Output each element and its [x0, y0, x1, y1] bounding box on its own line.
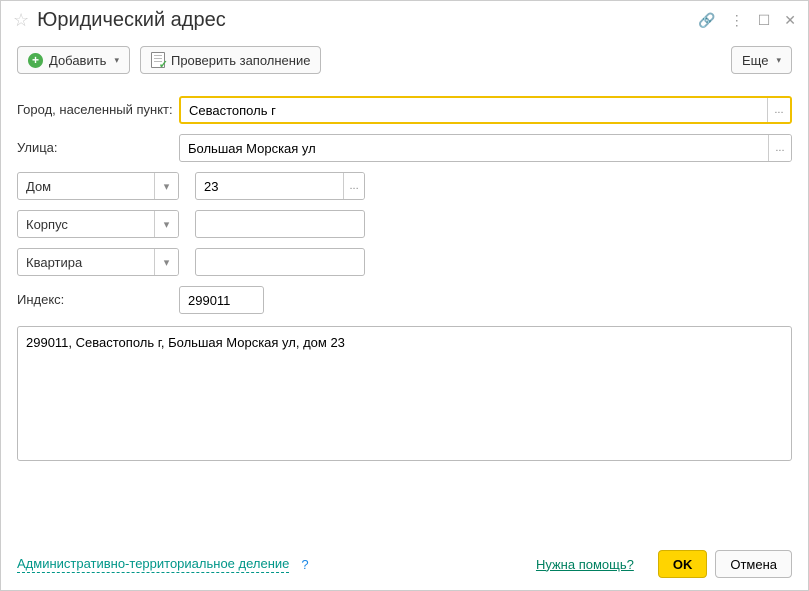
verify-button-label: Проверить заполнение: [171, 53, 310, 68]
window-title: Юридический адрес: [37, 9, 690, 32]
city-input-wrapper: [179, 96, 792, 124]
flat-type-value: Квартира: [18, 249, 154, 275]
toolbar: + Добавить Проверить заполнение Еще: [1, 38, 808, 82]
row-korpus: Корпус: [17, 210, 792, 238]
full-address-textarea[interactable]: [17, 326, 792, 461]
title-actions: 🔗 ⋮ ☐ ✕: [698, 12, 796, 29]
footer: Административно-территориальное деление …: [1, 538, 808, 590]
korpus-input-wrapper: [195, 210, 365, 238]
maximize-icon[interactable]: ☐: [758, 12, 771, 29]
dialog-window: ☆ Юридический адрес 🔗 ⋮ ☐ ✕ + Добавить П…: [0, 0, 809, 591]
link-icon[interactable]: 🔗: [698, 12, 715, 29]
index-input[interactable]: [180, 287, 263, 313]
more-button[interactable]: Еще: [731, 46, 792, 74]
favorite-star-icon[interactable]: ☆: [13, 10, 29, 31]
city-lookup-button[interactable]: [767, 98, 790, 122]
row-full-address: [17, 326, 792, 461]
form-body: Город, населенный пункт: Улица:: [1, 82, 808, 538]
row-index: Индекс:: [17, 286, 792, 314]
kebab-menu-icon[interactable]: ⋮: [730, 12, 744, 29]
city-input[interactable]: [181, 98, 767, 122]
row-flat: Квартира: [17, 248, 792, 276]
label-index: Индекс:: [17, 286, 179, 307]
chevron-down-icon: [114, 55, 119, 66]
house-lookup-button[interactable]: [343, 173, 364, 199]
titlebar: ☆ Юридический адрес 🔗 ⋮ ☐ ✕: [1, 1, 808, 38]
plus-circle-icon: +: [28, 53, 43, 68]
street-lookup-button[interactable]: [768, 135, 791, 161]
row-street: Улица:: [17, 134, 792, 162]
house-input[interactable]: [196, 173, 343, 199]
chevron-down-icon: [154, 173, 178, 199]
ok-button[interactable]: OK: [658, 550, 708, 578]
korpus-type-value: Корпус: [18, 211, 154, 237]
street-input[interactable]: [180, 135, 768, 161]
label-city: Город, населенный пункт:: [17, 96, 179, 117]
add-button[interactable]: + Добавить: [17, 46, 130, 74]
add-button-label: Добавить: [49, 53, 106, 68]
row-city: Город, населенный пункт:: [17, 96, 792, 124]
document-check-icon: [151, 52, 165, 68]
cancel-button[interactable]: Отмена: [715, 550, 792, 578]
korpus-input[interactable]: [196, 211, 364, 237]
adm-division-link[interactable]: Административно-территориальное деление: [17, 556, 289, 573]
house-input-wrapper: [195, 172, 365, 200]
label-street: Улица:: [17, 134, 179, 155]
close-icon[interactable]: ✕: [784, 12, 796, 29]
flat-input[interactable]: [196, 249, 364, 275]
street-input-wrapper: [179, 134, 792, 162]
house-type-select[interactable]: Дом: [17, 172, 179, 200]
korpus-type-select[interactable]: Корпус: [17, 210, 179, 238]
flat-type-select[interactable]: Квартира: [17, 248, 179, 276]
house-type-value: Дом: [18, 173, 154, 199]
chevron-down-icon: [154, 249, 178, 275]
chevron-down-icon: [154, 211, 178, 237]
row-house: Дом: [17, 172, 792, 200]
verify-fill-button[interactable]: Проверить заполнение: [140, 46, 321, 74]
index-input-wrapper: [179, 286, 264, 314]
help-icon[interactable]: ?: [301, 557, 308, 572]
more-button-label: Еще: [742, 53, 768, 68]
flat-input-wrapper: [195, 248, 365, 276]
need-help-link[interactable]: Нужна помощь?: [536, 557, 634, 572]
chevron-down-icon: [776, 55, 781, 66]
